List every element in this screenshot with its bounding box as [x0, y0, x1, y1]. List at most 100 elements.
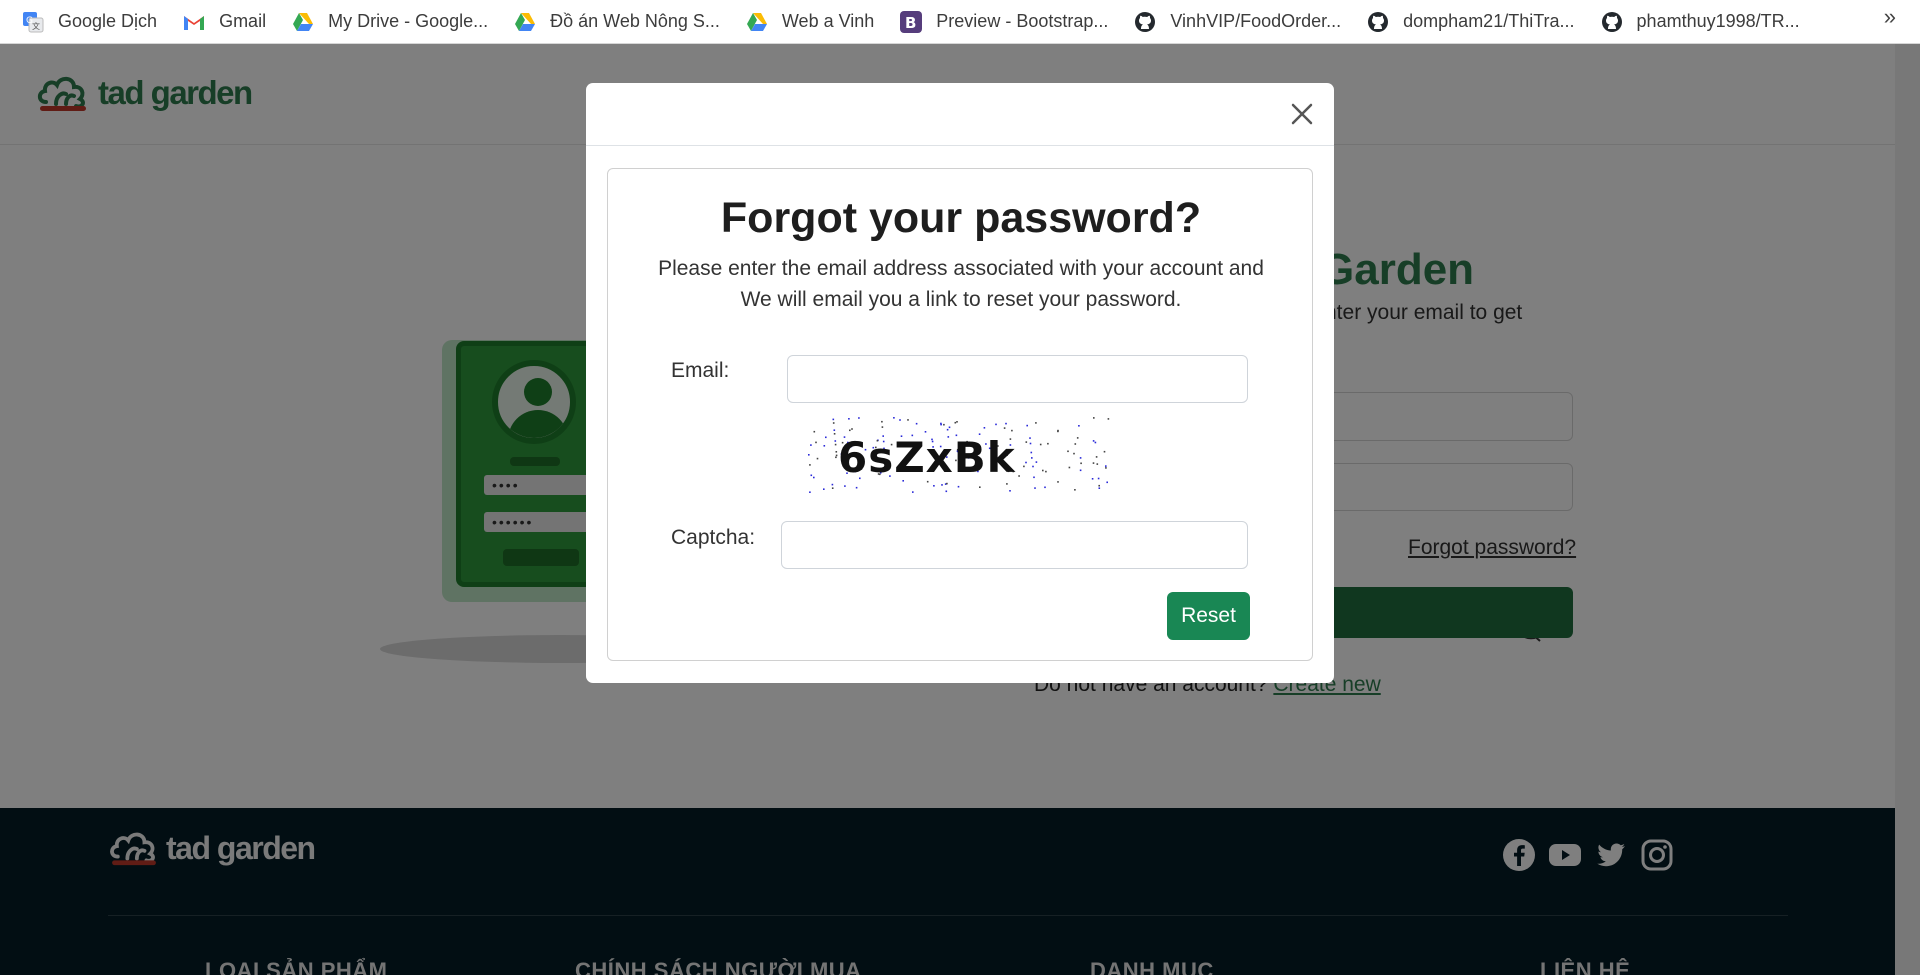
bookmark-label: Web a Vinh [781, 11, 875, 31]
captcha-noise-dot [1044, 486, 1046, 489]
bookmark-label: Gmail [219, 11, 267, 31]
captcha-noise-dot [933, 485, 935, 487]
bookmark-label: My Drive - Google... [328, 11, 489, 31]
captcha-noise-dot [1033, 476, 1035, 479]
captcha-noise-dot [907, 419, 909, 421]
captcha-noise-dot [1074, 489, 1076, 491]
bookmark-label: Preview - Bootstrap... [936, 11, 1109, 31]
captcha-noise-dot [1092, 440, 1095, 442]
bookmark-web-a-vinh[interactable]: Web a Vinh [744, 7, 886, 37]
bookmarks-bar: G文 Google Dịch Gmail My Drive - Google..… [0, 0, 1920, 44]
captcha-noise-dot [1105, 465, 1107, 467]
forgot-password-panel: Forgot your password? Please enter the e… [607, 168, 1313, 661]
captcha-text: 6sZxBk [838, 433, 1016, 482]
bookmark-github-dompham[interactable]: dompham21/ThiTra... [1365, 7, 1586, 37]
captcha-noise-dot [1045, 470, 1047, 473]
captcha-noise-dot [858, 417, 860, 419]
captcha-noise-dot [979, 486, 981, 488]
bookmark-my-drive[interactable]: My Drive - Google... [290, 7, 500, 37]
captcha-noise-dot [1005, 422, 1007, 425]
close-icon[interactable] [1285, 97, 1319, 131]
captcha-noise-dot [1093, 417, 1095, 419]
email-field[interactable] [787, 355, 1248, 403]
captcha-noise-dot [1003, 427, 1006, 429]
modal-header [586, 83, 1334, 146]
bookmark-label: VinhVIP/FoodOrder... [1170, 11, 1342, 31]
captcha-noise-dot [948, 426, 951, 429]
bookmark-gmail[interactable]: Gmail [181, 7, 278, 37]
bookmark-do-an-web[interactable]: Đồ án Web Nông S... [512, 7, 732, 37]
captcha-noise-dot [1029, 442, 1032, 445]
captcha-noise-dot [881, 420, 883, 423]
bookmark-label: dompham21/ThiTra... [1403, 11, 1575, 31]
captcha-noise-dot [1006, 483, 1008, 485]
captcha-noise-dot [1029, 437, 1031, 439]
bookmark-bootstrap[interactable]: B Preview - Bootstrap... [898, 7, 1120, 37]
captcha-noise-dot [943, 423, 945, 426]
captcha-noise-dot [809, 491, 811, 493]
captcha-noise-dot [995, 423, 997, 426]
captcha-noise-dot [834, 443, 837, 446]
captcha-noise-dot [1035, 461, 1038, 463]
captcha-noise-dot [1097, 477, 1100, 480]
bookmark-github-vinhvip[interactable]: VinhVIP/FoodOrder... [1132, 7, 1353, 37]
reset-button[interactable]: Reset [1167, 592, 1250, 640]
captcha-noise-dot [1098, 487, 1101, 489]
captcha-noise-dot [1025, 441, 1028, 443]
captcha-noise-dot [1076, 437, 1079, 439]
captcha-noise-dot [1035, 422, 1037, 424]
captcha-noise-dot [823, 445, 826, 447]
captcha-noise-dot [855, 486, 858, 489]
captcha-noise-dot [957, 485, 960, 488]
captcha-noise-dot [844, 485, 846, 487]
captcha-noise-dot [940, 422, 942, 425]
captcha-noise-dot [810, 444, 812, 446]
captcha-noise-dot [1079, 469, 1082, 472]
captcha-image: 6sZxBk [808, 417, 1112, 495]
bookmark-label: Google Dịch [58, 11, 158, 31]
captcha-noise-dot [815, 441, 817, 444]
captcha-noise-dot [832, 422, 835, 424]
bookmarks-overflow-button[interactable]: » [1884, 4, 1896, 30]
captcha-noise-dot [1068, 466, 1071, 469]
captcha-noise-dot [1034, 487, 1036, 489]
bookmark-label: Đồ án Web Nông S... [550, 11, 720, 31]
captcha-noise-dot [1074, 443, 1077, 445]
captcha-noise-dot [1105, 467, 1107, 469]
gmail-icon [183, 11, 205, 33]
captcha-noise-dot [1080, 462, 1082, 465]
google-drive-icon [514, 11, 536, 33]
bookmark-github-phamthuy[interactable]: phamthuy1998/TR... [1599, 7, 1812, 37]
captcha-noise-dot [1030, 451, 1033, 454]
google-drive-icon [746, 11, 768, 33]
svg-text:文: 文 [32, 21, 40, 31]
captcha-noise-dot [1039, 443, 1042, 446]
captcha-noise-dot [823, 488, 825, 490]
captcha-noise-dot [834, 440, 837, 442]
captcha-noise-dot [1095, 456, 1098, 458]
captcha-noise-dot [1079, 457, 1082, 459]
captcha-noise-dot [1067, 450, 1069, 453]
captcha-noise-dot [899, 419, 901, 421]
captcha-noise-dot [1057, 430, 1059, 433]
captcha-noise-dot [1023, 465, 1025, 468]
captcha-noise-dot [1026, 424, 1028, 427]
captcha-noise-dot [813, 430, 816, 433]
captcha-noise-dot [1018, 475, 1020, 477]
captcha-noise-dot [1094, 441, 1097, 444]
captcha-noise-dot [848, 418, 850, 420]
captcha-noise-dot [813, 476, 815, 479]
captcha-field[interactable] [781, 521, 1248, 569]
captcha-noise-dot [835, 456, 837, 459]
google-translate-icon: G文 [22, 11, 44, 33]
captcha-noise-dot [945, 490, 948, 493]
captcha-noise-dot [1078, 425, 1080, 427]
captcha-noise-dot [833, 433, 836, 435]
github-icon [1367, 11, 1389, 33]
svg-text:B: B [905, 14, 916, 32]
captcha-noise-dot [1106, 481, 1108, 484]
bookmark-google-translate[interactable]: G文 Google Dịch [20, 7, 169, 37]
bootstrap-icon: B [900, 10, 923, 33]
bookmark-label: phamthuy1998/TR... [1636, 11, 1800, 31]
captcha-noise-dot [831, 487, 834, 489]
